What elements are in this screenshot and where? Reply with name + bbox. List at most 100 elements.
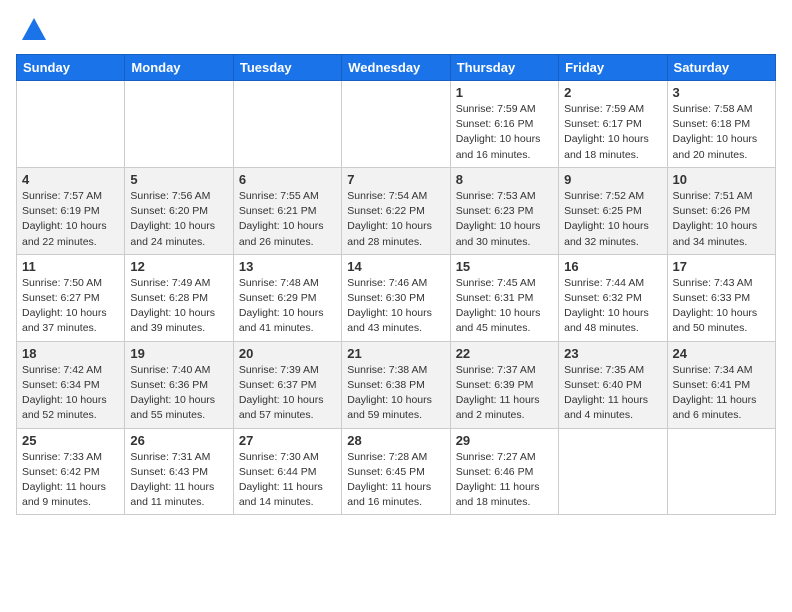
day-number: 24 — [673, 346, 770, 361]
calendar-cell: 16 Sunrise: 7:44 AMSunset: 6:32 PMDayligh… — [559, 254, 667, 341]
day-info: Sunrise: 7:33 AMSunset: 6:42 PMDaylight:… — [22, 450, 119, 511]
calendar-cell: 9 Sunrise: 7:52 AMSunset: 6:25 PMDaylight… — [559, 167, 667, 254]
day-number: 21 — [347, 346, 444, 361]
day-info: Sunrise: 7:31 AMSunset: 6:43 PMDaylight:… — [130, 450, 227, 511]
day-number: 2 — [564, 85, 661, 100]
col-header-saturday: Saturday — [667, 55, 775, 81]
calendar-cell: 15 Sunrise: 7:45 AMSunset: 6:31 PMDayligh… — [450, 254, 558, 341]
col-header-wednesday: Wednesday — [342, 55, 450, 81]
calendar-cell: 10 Sunrise: 7:51 AMSunset: 6:26 PMDayligh… — [667, 167, 775, 254]
day-info: Sunrise: 7:56 AMSunset: 6:20 PMDaylight:… — [130, 189, 227, 250]
day-number: 27 — [239, 433, 336, 448]
day-info: Sunrise: 7:53 AMSunset: 6:23 PMDaylight:… — [456, 189, 553, 250]
day-info: Sunrise: 7:55 AMSunset: 6:21 PMDaylight:… — [239, 189, 336, 250]
day-info: Sunrise: 7:45 AMSunset: 6:31 PMDaylight:… — [456, 276, 553, 337]
day-number: 9 — [564, 172, 661, 187]
day-number: 1 — [456, 85, 553, 100]
calendar-week-1: 1 Sunrise: 7:59 AMSunset: 6:16 PMDaylight… — [17, 81, 776, 168]
day-info: Sunrise: 7:34 AMSunset: 6:41 PMDaylight:… — [673, 363, 770, 424]
day-number: 7 — [347, 172, 444, 187]
day-info: Sunrise: 7:51 AMSunset: 6:26 PMDaylight:… — [673, 189, 770, 250]
calendar-header-row: SundayMondayTuesdayWednesdayThursdayFrid… — [17, 55, 776, 81]
day-number: 17 — [673, 259, 770, 274]
calendar-cell: 7 Sunrise: 7:54 AMSunset: 6:22 PMDaylight… — [342, 167, 450, 254]
calendar-cell: 18 Sunrise: 7:42 AMSunset: 6:34 PMDayligh… — [17, 341, 125, 428]
calendar-cell: 6 Sunrise: 7:55 AMSunset: 6:21 PMDaylight… — [233, 167, 341, 254]
day-number: 18 — [22, 346, 119, 361]
day-number: 6 — [239, 172, 336, 187]
day-number: 5 — [130, 172, 227, 187]
calendar-cell: 24 Sunrise: 7:34 AMSunset: 6:41 PMDayligh… — [667, 341, 775, 428]
day-number: 26 — [130, 433, 227, 448]
day-number: 28 — [347, 433, 444, 448]
calendar-cell — [667, 428, 775, 515]
day-info: Sunrise: 7:43 AMSunset: 6:33 PMDaylight:… — [673, 276, 770, 337]
day-info: Sunrise: 7:46 AMSunset: 6:30 PMDaylight:… — [347, 276, 444, 337]
day-number: 25 — [22, 433, 119, 448]
day-info: Sunrise: 7:28 AMSunset: 6:45 PMDaylight:… — [347, 450, 444, 511]
day-number: 15 — [456, 259, 553, 274]
day-info: Sunrise: 7:57 AMSunset: 6:19 PMDaylight:… — [22, 189, 119, 250]
calendar-week-2: 4Sunrise: 7:57 AMSunset: 6:19 PMDaylight… — [17, 167, 776, 254]
calendar-cell: 22Sunrise: 7:37 AMSunset: 6:39 PMDayligh… — [450, 341, 558, 428]
calendar-cell: 25 Sunrise: 7:33 AMSunset: 6:42 PMDayligh… — [17, 428, 125, 515]
day-info: Sunrise: 7:48 AMSunset: 6:29 PMDaylight:… — [239, 276, 336, 337]
header — [16, 16, 776, 44]
calendar-cell — [342, 81, 450, 168]
calendar-cell: 11 Sunrise: 7:50 AMSunset: 6:27 PMDayligh… — [17, 254, 125, 341]
col-header-thursday: Thursday — [450, 55, 558, 81]
day-number: 22 — [456, 346, 553, 361]
logo-icon — [20, 16, 48, 44]
day-number: 29 — [456, 433, 553, 448]
day-info: Sunrise: 7:54 AMSunset: 6:22 PMDaylight:… — [347, 189, 444, 250]
calendar-cell: 4Sunrise: 7:57 AMSunset: 6:19 PMDaylight… — [17, 167, 125, 254]
calendar-cell — [125, 81, 233, 168]
day-info: Sunrise: 7:39 AMSunset: 6:37 PMDaylight:… — [239, 363, 336, 424]
day-number: 8 — [456, 172, 553, 187]
day-info: Sunrise: 7:50 AMSunset: 6:27 PMDaylight:… — [22, 276, 119, 337]
calendar-cell: 29 Sunrise: 7:27 AMSunset: 6:46 PMDayligh… — [450, 428, 558, 515]
calendar-cell: 12 Sunrise: 7:49 AMSunset: 6:28 PMDayligh… — [125, 254, 233, 341]
calendar-week-4: 18 Sunrise: 7:42 AMSunset: 6:34 PMDayligh… — [17, 341, 776, 428]
day-number: 23 — [564, 346, 661, 361]
calendar-week-3: 11 Sunrise: 7:50 AMSunset: 6:27 PMDayligh… — [17, 254, 776, 341]
calendar-week-5: 25 Sunrise: 7:33 AMSunset: 6:42 PMDayligh… — [17, 428, 776, 515]
calendar-cell: 27 Sunrise: 7:30 AMSunset: 6:44 PMDayligh… — [233, 428, 341, 515]
day-info: Sunrise: 7:59 AMSunset: 6:16 PMDaylight:… — [456, 102, 553, 163]
col-header-monday: Monday — [125, 55, 233, 81]
calendar-cell: 13 Sunrise: 7:48 AMSunset: 6:29 PMDayligh… — [233, 254, 341, 341]
day-number: 11 — [22, 259, 119, 274]
day-info: Sunrise: 7:52 AMSunset: 6:25 PMDaylight:… — [564, 189, 661, 250]
calendar-cell: 1 Sunrise: 7:59 AMSunset: 6:16 PMDaylight… — [450, 81, 558, 168]
calendar-cell: 17 Sunrise: 7:43 AMSunset: 6:33 PMDayligh… — [667, 254, 775, 341]
calendar-cell: 19Sunrise: 7:40 AMSunset: 6:36 PMDayligh… — [125, 341, 233, 428]
calendar-cell — [17, 81, 125, 168]
calendar-cell: 23 Sunrise: 7:35 AMSunset: 6:40 PMDayligh… — [559, 341, 667, 428]
day-info: Sunrise: 7:35 AMSunset: 6:40 PMDaylight:… — [564, 363, 661, 424]
day-info: Sunrise: 7:44 AMSunset: 6:32 PMDaylight:… — [564, 276, 661, 337]
day-number: 10 — [673, 172, 770, 187]
day-info: Sunrise: 7:49 AMSunset: 6:28 PMDaylight:… — [130, 276, 227, 337]
day-info: Sunrise: 7:42 AMSunset: 6:34 PMDaylight:… — [22, 363, 119, 424]
calendar-cell: 8 Sunrise: 7:53 AMSunset: 6:23 PMDaylight… — [450, 167, 558, 254]
day-info: Sunrise: 7:30 AMSunset: 6:44 PMDaylight:… — [239, 450, 336, 511]
calendar-cell: 21 Sunrise: 7:38 AMSunset: 6:38 PMDayligh… — [342, 341, 450, 428]
day-info: Sunrise: 7:38 AMSunset: 6:38 PMDaylight:… — [347, 363, 444, 424]
day-number: 16 — [564, 259, 661, 274]
calendar-cell: 2Sunrise: 7:59 AMSunset: 6:17 PMDaylight… — [559, 81, 667, 168]
col-header-sunday: Sunday — [17, 55, 125, 81]
calendar-cell: 5 Sunrise: 7:56 AMSunset: 6:20 PMDaylight… — [125, 167, 233, 254]
logo — [16, 16, 48, 44]
calendar-cell: 28 Sunrise: 7:28 AMSunset: 6:45 PMDayligh… — [342, 428, 450, 515]
calendar-cell: 14 Sunrise: 7:46 AMSunset: 6:30 PMDayligh… — [342, 254, 450, 341]
day-info: Sunrise: 7:58 AMSunset: 6:18 PMDaylight:… — [673, 102, 770, 163]
day-number: 19 — [130, 346, 227, 361]
day-number: 20 — [239, 346, 336, 361]
day-number: 3 — [673, 85, 770, 100]
col-header-tuesday: Tuesday — [233, 55, 341, 81]
day-number: 13 — [239, 259, 336, 274]
day-number: 12 — [130, 259, 227, 274]
day-number: 14 — [347, 259, 444, 274]
day-info: Sunrise: 7:27 AMSunset: 6:46 PMDaylight:… — [456, 450, 553, 511]
calendar-cell — [233, 81, 341, 168]
